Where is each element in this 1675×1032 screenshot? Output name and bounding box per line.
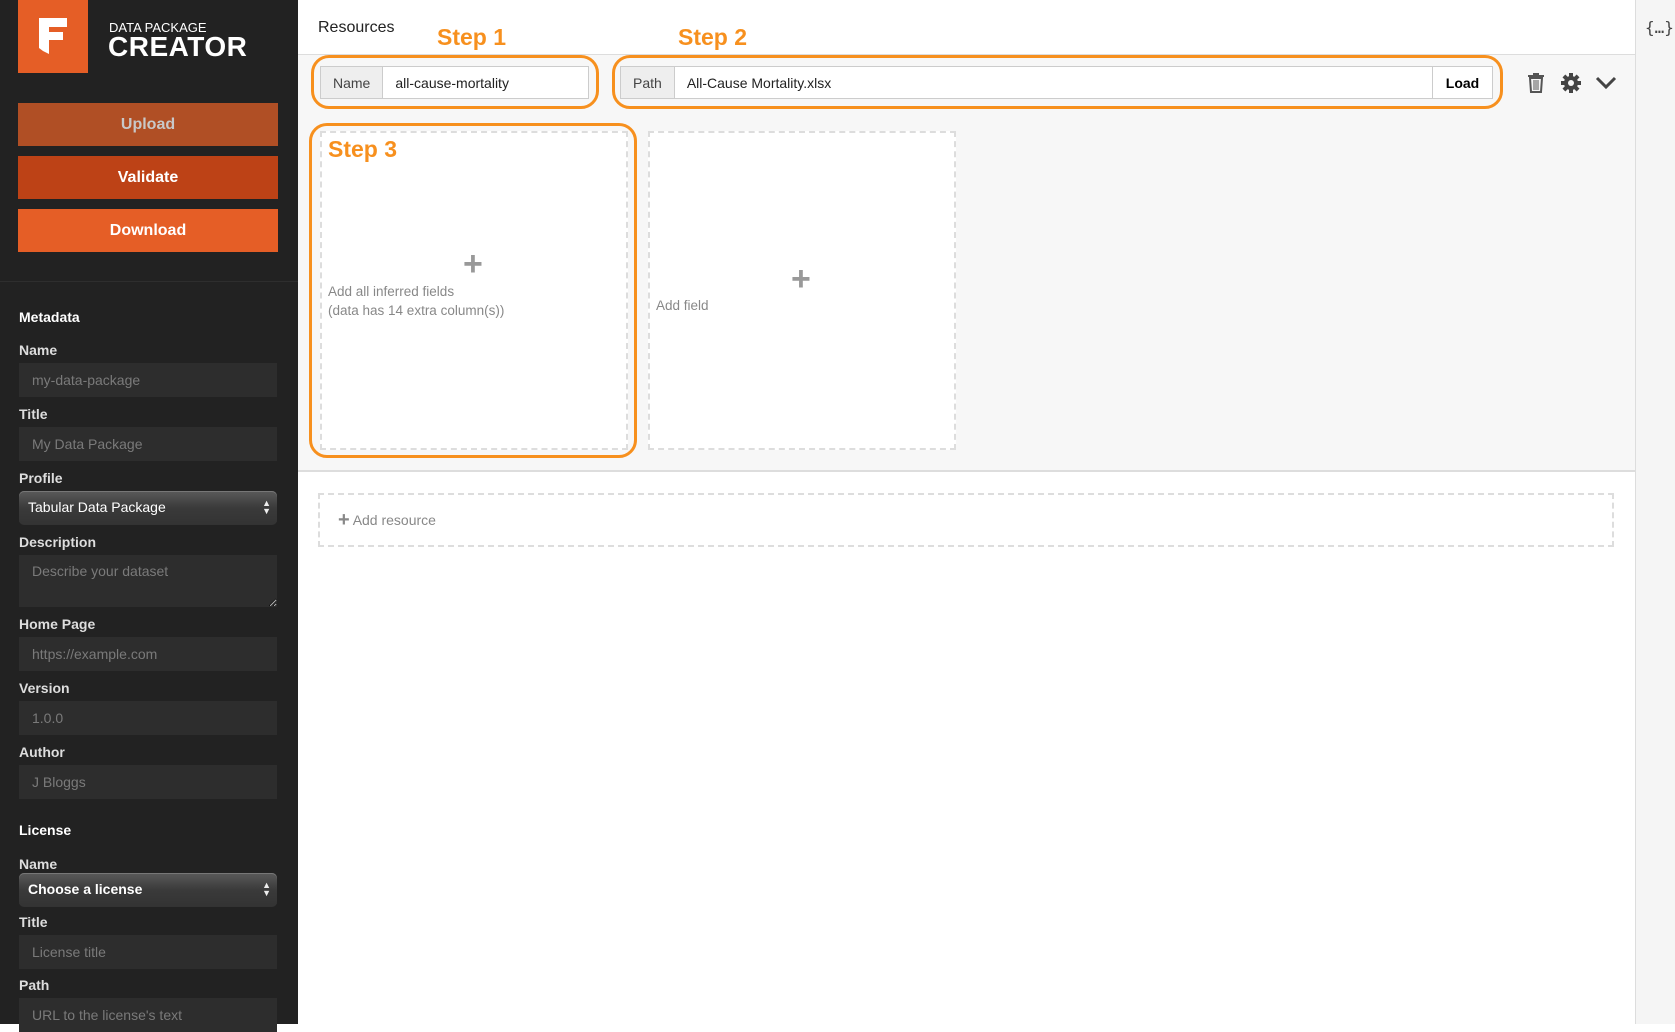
logo-f-icon bbox=[39, 18, 67, 54]
step-2-label: Step 2 bbox=[678, 24, 748, 50]
package-name-input[interactable] bbox=[19, 363, 277, 397]
step-3-label: Step 3 bbox=[328, 136, 398, 162]
author-input[interactable] bbox=[19, 765, 277, 799]
version-label: Version bbox=[19, 680, 70, 696]
page-title: Resources bbox=[318, 19, 395, 36]
json-panel: {…} bbox=[1635, 0, 1675, 1024]
description-label: Description bbox=[19, 534, 97, 550]
author-label: Author bbox=[19, 744, 65, 760]
profile-value: Tabular Data Package bbox=[28, 499, 166, 515]
json-braces-icon[interactable]: {…} bbox=[1645, 18, 1674, 37]
metadata-heading: Metadata bbox=[19, 309, 80, 325]
license-select[interactable]: Choose a license ▲ ▼ bbox=[19, 873, 277, 907]
license-heading: License bbox=[19, 822, 72, 838]
description-textarea[interactable] bbox=[19, 555, 277, 607]
select-arrows-icon: ▲ ▼ bbox=[262, 498, 271, 516]
step-2-highlight bbox=[612, 55, 1503, 109]
sidebar: DATA PACKAGE CREATOR Upload Validate Dow… bbox=[0, 0, 298, 1032]
step-3-highlight bbox=[309, 123, 637, 458]
step-1-highlight bbox=[311, 55, 599, 109]
add-resource-button[interactable]: + Add resource bbox=[318, 493, 1614, 547]
license-path-label: Path bbox=[19, 977, 50, 993]
logo bbox=[18, 0, 88, 73]
version-input[interactable] bbox=[19, 701, 277, 735]
homepage-input[interactable] bbox=[19, 637, 277, 671]
profile-select[interactable]: Tabular Data Package ▲ ▼ bbox=[19, 491, 277, 525]
plus-icon: + bbox=[338, 508, 350, 531]
add-field-label: Add field bbox=[656, 298, 709, 313]
license-value: Choose a license bbox=[28, 881, 143, 897]
step-1-label: Step 1 bbox=[437, 24, 507, 50]
license-name-label: Name bbox=[19, 856, 58, 872]
plus-icon: + bbox=[791, 260, 811, 298]
trash-icon[interactable] bbox=[1527, 73, 1545, 93]
license-path-input[interactable] bbox=[19, 998, 277, 1032]
name-label: Name bbox=[19, 342, 58, 358]
package-title-input[interactable] bbox=[19, 427, 277, 461]
license-title-label: Title bbox=[19, 914, 48, 930]
chevron-down-icon[interactable] bbox=[1595, 76, 1617, 90]
gear-icon[interactable] bbox=[1561, 73, 1581, 93]
title-label: Title bbox=[19, 406, 48, 422]
profile-label: Profile bbox=[19, 470, 63, 486]
upload-button[interactable]: Upload bbox=[18, 103, 278, 146]
download-button[interactable]: Download bbox=[18, 209, 278, 252]
license-title-input[interactable] bbox=[19, 935, 277, 969]
homepage-label: Home Page bbox=[19, 616, 96, 632]
divider bbox=[0, 281, 298, 282]
add-resource-label: Add resource bbox=[352, 511, 436, 528]
add-field-card[interactable]: + Add field bbox=[648, 131, 956, 450]
select-arrows-icon: ▲ ▼ bbox=[262, 880, 271, 898]
brand-line2: CREATOR bbox=[108, 31, 248, 62]
validate-button[interactable]: Validate bbox=[18, 156, 278, 199]
